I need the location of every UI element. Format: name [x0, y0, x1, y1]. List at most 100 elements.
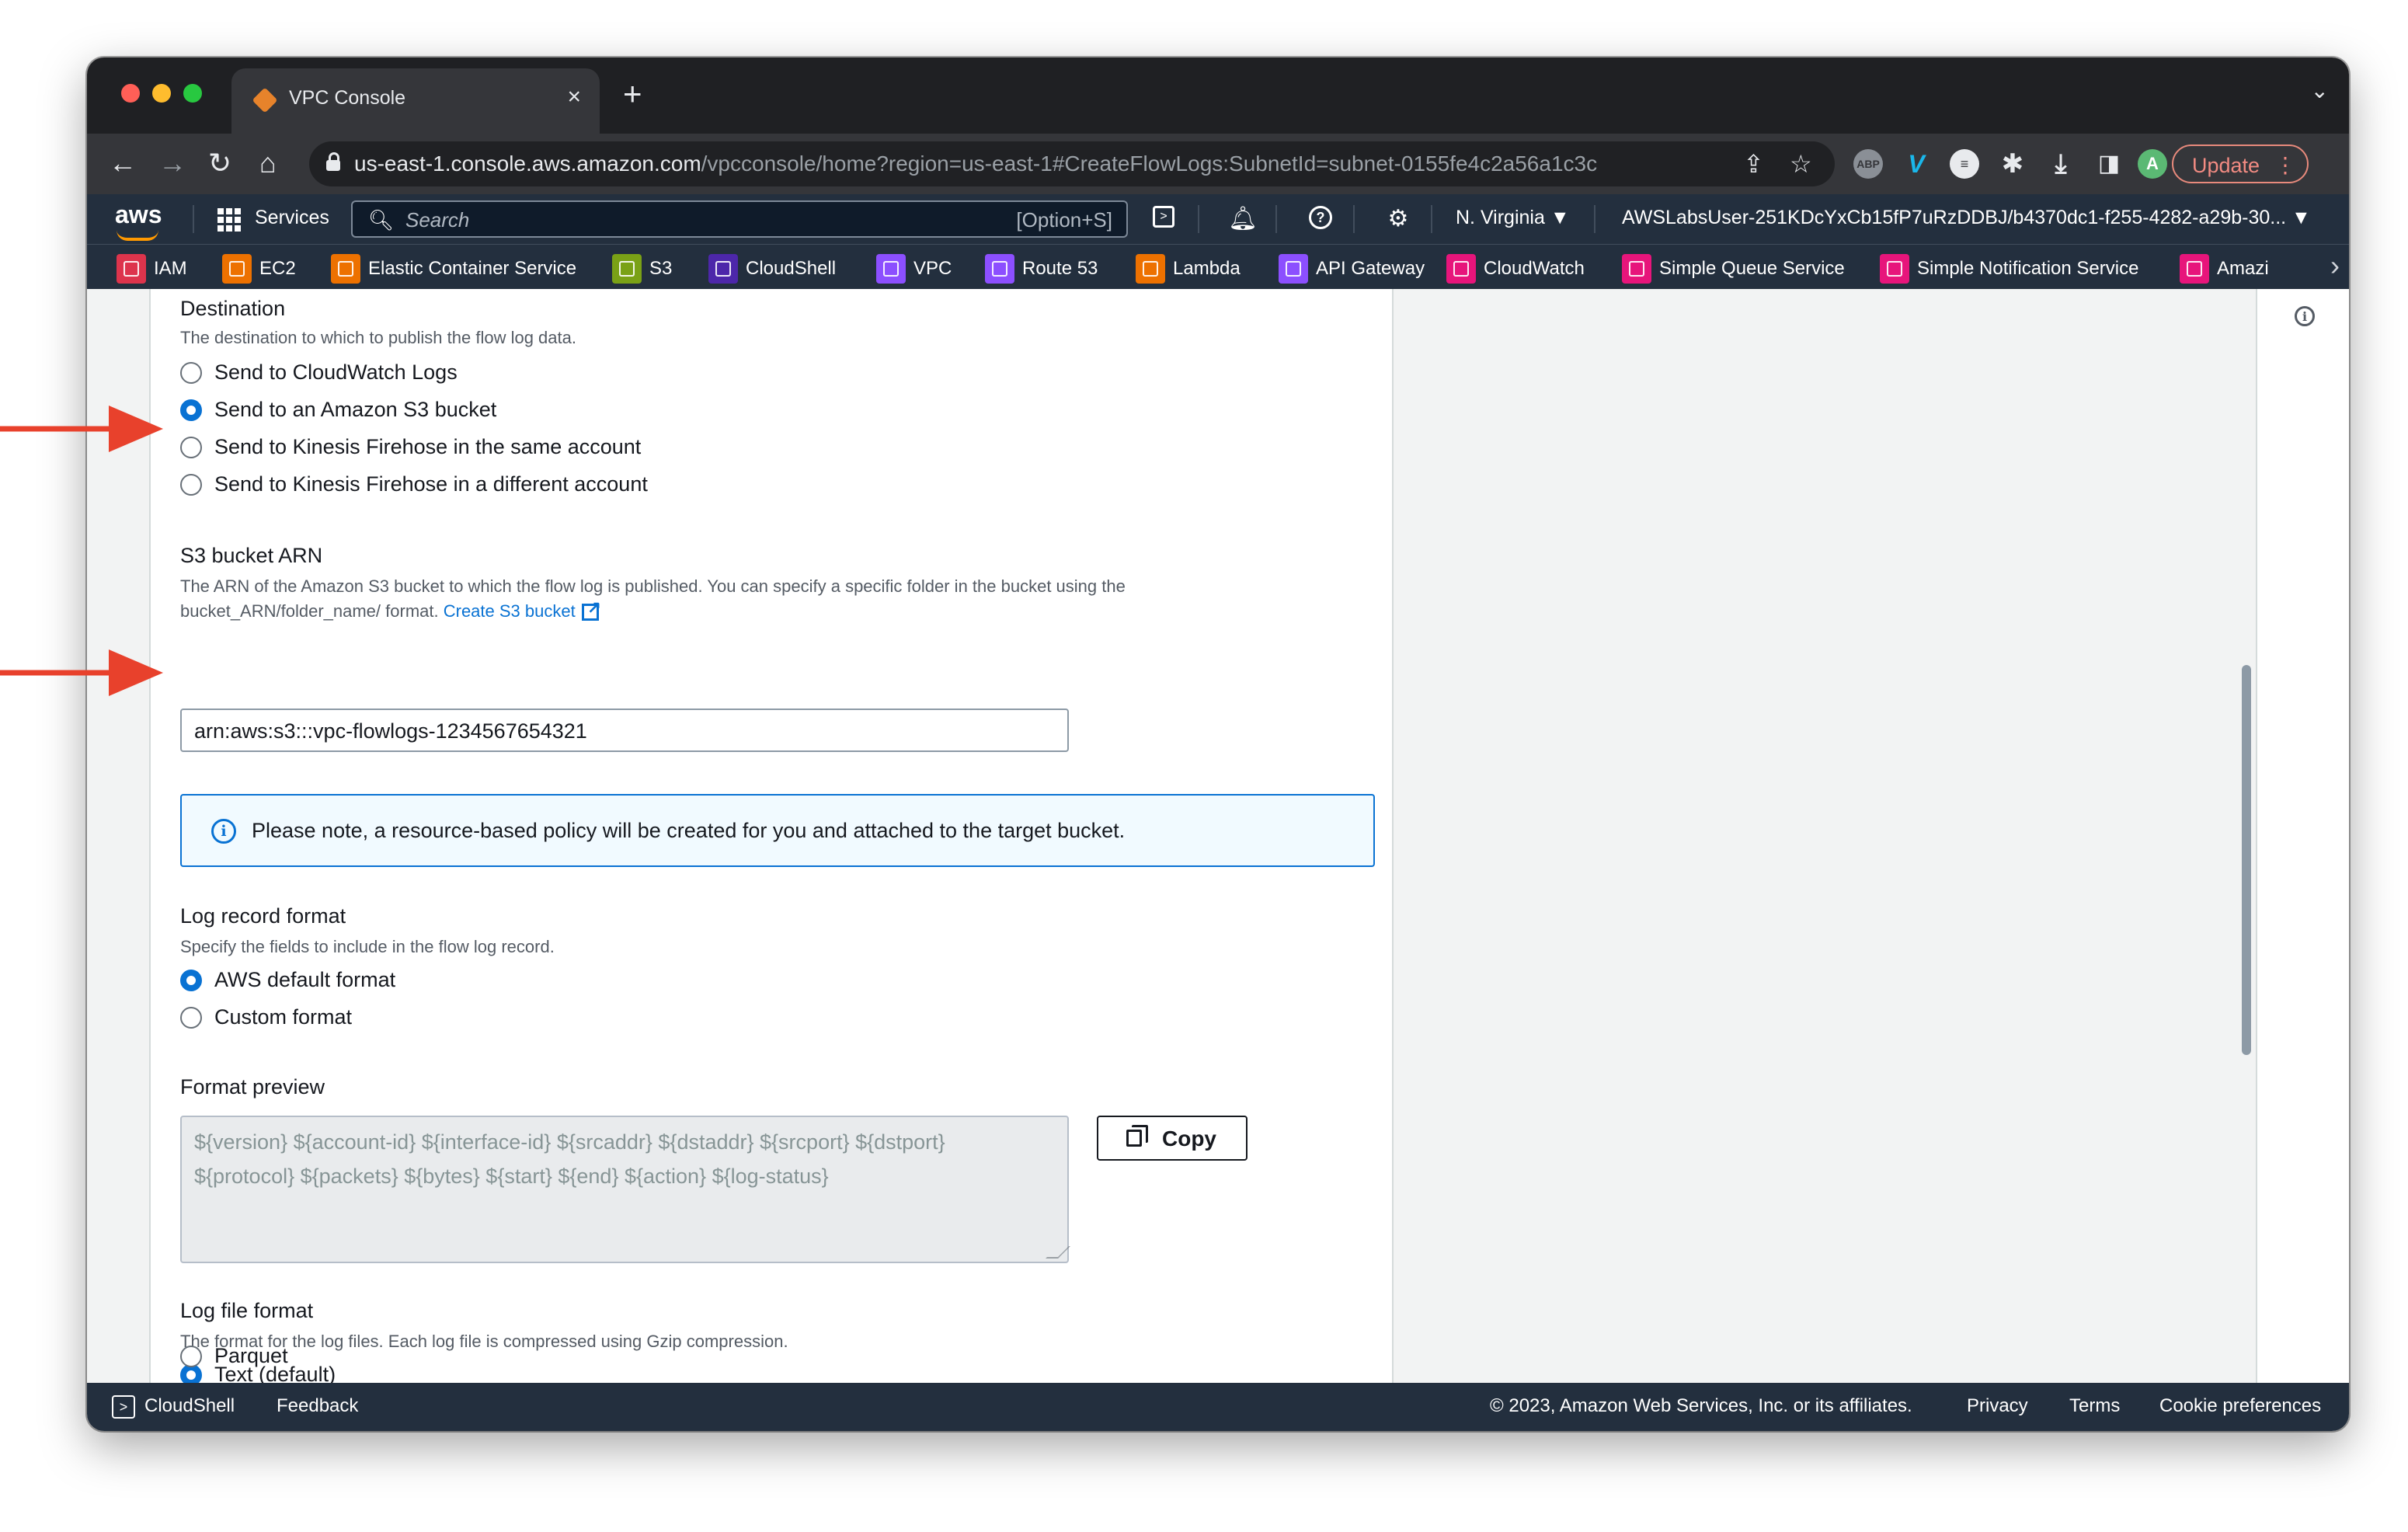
url-field[interactable]: us-east-1.console.aws.amazon.com/vpccons… [309, 141, 1835, 186]
lock-icon [326, 152, 340, 171]
nav-divider [1594, 205, 1595, 233]
api-gateway-service-icon [1279, 254, 1308, 284]
extension-circle-icon[interactable]: ≡ [1950, 149, 1979, 179]
fav-s3[interactable]: S3 [612, 254, 672, 285]
sqs-service-icon [1622, 254, 1651, 284]
footer-copyright: © 2023, Amazon Web Services, Inc. or its… [1490, 1395, 1912, 1416]
external-link-icon [581, 598, 601, 622]
update-button[interactable]: Update ⋮ [2172, 144, 2309, 183]
profile-avatar[interactable]: A [2138, 149, 2167, 179]
cloudshell-icon[interactable]: > [1148, 204, 1179, 235]
tab-title: VPC Console [289, 87, 406, 109]
aws-search-input[interactable]: 🔍︎ Search [Option+S] [351, 200, 1128, 238]
help-icon[interactable]: ? [1305, 204, 1336, 235]
radio-send-to-firehose-different-account[interactable]: Send to Kinesis Firehose in a different … [180, 472, 648, 500]
footer-terms-link[interactable]: Terms [2069, 1395, 2120, 1417]
account-menu[interactable]: AWSLabsUser-251KDcYxCb15fP7uRzDDBJ/b4370… [1622, 207, 2311, 229]
ec2-service-icon [222, 254, 252, 284]
radio-circle-icon [180, 361, 202, 384]
side-panel-icon[interactable]: ◨ [2094, 149, 2124, 179]
info-alert: i Please note, a resource-based policy w… [180, 794, 1375, 867]
footer-privacy-link[interactable]: Privacy [1967, 1395, 2028, 1417]
share-icon[interactable]: ⇪ [1743, 149, 1764, 179]
fav-ec2[interactable]: EC2 [222, 254, 296, 285]
fav-simple-notification-service[interactable]: Simple Notification Service [1880, 254, 2138, 285]
nav-divider [1431, 205, 1432, 233]
s3-service-icon [612, 254, 642, 284]
fav-lambda[interactable]: Lambda [1136, 254, 1241, 285]
radio-send-to-cloudwatch-logs[interactable]: Send to CloudWatch Logs [180, 360, 458, 388]
back-arrow-icon[interactable]: ← [109, 148, 137, 179]
new-tab-button[interactable]: + [623, 78, 642, 110]
minimize-window-button[interactable] [152, 84, 171, 103]
radio-aws-default-format[interactable]: AWS default format [180, 968, 395, 996]
menu-dots-icon[interactable]: ⋮ [2274, 146, 2296, 185]
lambda-service-icon [1136, 254, 1165, 284]
fav-route-53[interactable]: Route 53 [985, 254, 1098, 285]
info-icon[interactable]: i [2295, 306, 2315, 326]
cloudwatch-service-icon [1446, 254, 1476, 284]
maximize-window-button[interactable] [183, 84, 202, 103]
scrollbar-thumb[interactable] [2242, 665, 2251, 1055]
fav-simple-queue-service[interactable]: Simple Queue Service [1622, 254, 1845, 285]
tab-vpc-console[interactable]: VPC Console × [231, 68, 600, 134]
fav-vpc[interactable]: VPC [876, 254, 952, 285]
reload-icon[interactable]: ↻ [208, 148, 231, 179]
resize-grip-icon[interactable] [1046, 1246, 1070, 1259]
nav-divider [1198, 205, 1199, 233]
settings-gear-icon[interactable]: ⚙ [1383, 204, 1414, 235]
footer-feedback-link[interactable]: Feedback [277, 1395, 358, 1417]
vimeo-extension-icon[interactable]: V [1902, 149, 1931, 179]
fav-cloudshell[interactable]: CloudShell [708, 254, 836, 285]
aws-logo[interactable]: aws [115, 200, 162, 229]
fav-iam[interactable]: IAM [117, 254, 187, 285]
radio-send-to-s3-bucket[interactable]: Send to an Amazon S3 bucket [180, 398, 496, 426]
radio-circle-icon [180, 436, 202, 458]
s3-bucket-arn-description-line2: bucket_ARN/folder_name/ format. Create S… [180, 598, 601, 622]
fav-amazon-truncated[interactable]: Amazi [2180, 254, 2269, 285]
extensions-puzzle-icon[interactable]: ✱ [1998, 149, 2027, 179]
tab-close-icon[interactable]: × [567, 84, 581, 110]
region-selector[interactable]: N. Virginia ▼ [1456, 207, 1570, 229]
home-icon[interactable]: ⌂ [259, 148, 277, 179]
info-circle-icon: i [211, 819, 236, 844]
fav-cloudwatch[interactable]: CloudWatch [1446, 254, 1585, 285]
copy-icon [1126, 1125, 1148, 1147]
log-record-format-description: Specify the fields to include in the flo… [180, 937, 555, 956]
favorites-bar: IAM EC2 Elastic Container Service S3 Clo… [87, 244, 2349, 290]
download-icon[interactable]: ⤓ [2046, 149, 2076, 179]
annotation-arrow-icon [0, 649, 163, 696]
fav-api-gateway[interactable]: API Gateway [1279, 254, 1425, 285]
footer-cookie-preferences-link[interactable]: Cookie preferences [2159, 1395, 2321, 1417]
ecs-service-icon [331, 254, 360, 284]
cloudshell-icon[interactable]: > [112, 1395, 135, 1419]
radio-send-to-firehose-same-account[interactable]: Send to Kinesis Firehose in the same acc… [180, 435, 641, 463]
radio-parquet[interactable]: Parquet [180, 1344, 288, 1372]
address-bar: ← → ↻ ⌂ us-east-1.console.aws.amazon.com… [87, 134, 2349, 194]
s3-bucket-arn-label: S3 bucket ARN [180, 544, 323, 567]
info-alert-text: Please note, a resource-based policy wil… [252, 819, 1126, 842]
forward-arrow-icon[interactable]: → [158, 148, 186, 179]
nav-divider [1275, 205, 1277, 233]
tab-search-chevron-icon[interactable]: ⌄ [2311, 78, 2329, 103]
nav-divider [193, 205, 194, 233]
create-s3-bucket-link[interactable]: Create S3 bucket [444, 601, 576, 621]
search-icon: 🔍︎ [368, 208, 395, 232]
s3-bucket-arn-input[interactable]: arn:aws:s3:::vpc-flowlogs-1234567654321 [180, 709, 1069, 752]
fav-elastic-container-service[interactable]: Elastic Container Service [331, 254, 576, 285]
footer-cloudshell-link[interactable]: CloudShell [144, 1395, 235, 1417]
radio-custom-format[interactable]: Custom format [180, 1005, 352, 1033]
adblock-extension-icon[interactable]: ABP [1853, 149, 1883, 179]
bookmark-star-icon[interactable]: ☆ [1790, 149, 1812, 179]
copy-button[interactable]: Copy [1097, 1116, 1247, 1161]
services-grid-icon[interactable] [217, 208, 241, 232]
iam-service-icon [117, 254, 146, 284]
destination-description: The destination to which to publish the … [180, 328, 576, 347]
notifications-bell-icon[interactable]: 🔔︎ [1227, 204, 1258, 235]
radio-selected-icon [180, 969, 202, 991]
chevron-right-icon[interactable]: › [2330, 249, 2340, 282]
aws-favicon-icon [252, 87, 278, 113]
cloudshell-service-icon [708, 254, 738, 284]
close-window-button[interactable] [121, 84, 140, 103]
services-menu[interactable]: Services [255, 207, 329, 229]
